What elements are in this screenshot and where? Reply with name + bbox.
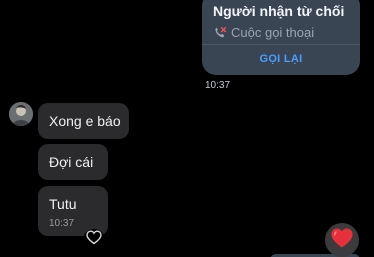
declined-call-card[interactable]: Người nhận từ chối Cuộc gọi thoại GỌI LẠ… xyxy=(202,0,360,75)
divider xyxy=(202,44,360,45)
message-text: Đợi cái xyxy=(49,154,94,170)
call-timestamp: 10:37 xyxy=(205,80,231,91)
message-bubble[interactable]: Tutu 10:37 xyxy=(38,186,108,236)
message-text: Tutu xyxy=(49,196,77,212)
heart-filled-icon xyxy=(330,227,354,254)
message-bubble[interactable]: Xong e báo xyxy=(38,103,129,139)
message-text: Xong e báo xyxy=(49,113,121,129)
message-bubble[interactable]: Đợi cái xyxy=(38,144,108,180)
call-type-label: Cuộc gọi thoại xyxy=(231,25,315,40)
heart-reaction[interactable] xyxy=(325,223,359,257)
call-status-title: Người nhận từ chối xyxy=(213,3,345,19)
heart-outline-icon xyxy=(86,230,102,250)
call-back-button[interactable]: GỌI LẠI xyxy=(202,53,360,65)
message-timestamp: 10:37 xyxy=(49,218,75,229)
call-type-row: Cuộc gọi thoại xyxy=(213,25,314,40)
declined-phone-icon xyxy=(213,26,227,40)
avatar[interactable] xyxy=(9,102,33,126)
react-heart-button[interactable] xyxy=(83,229,105,251)
chat-screen: Người nhận từ chối Cuộc gọi thoại GỌI LẠ… xyxy=(0,0,374,257)
